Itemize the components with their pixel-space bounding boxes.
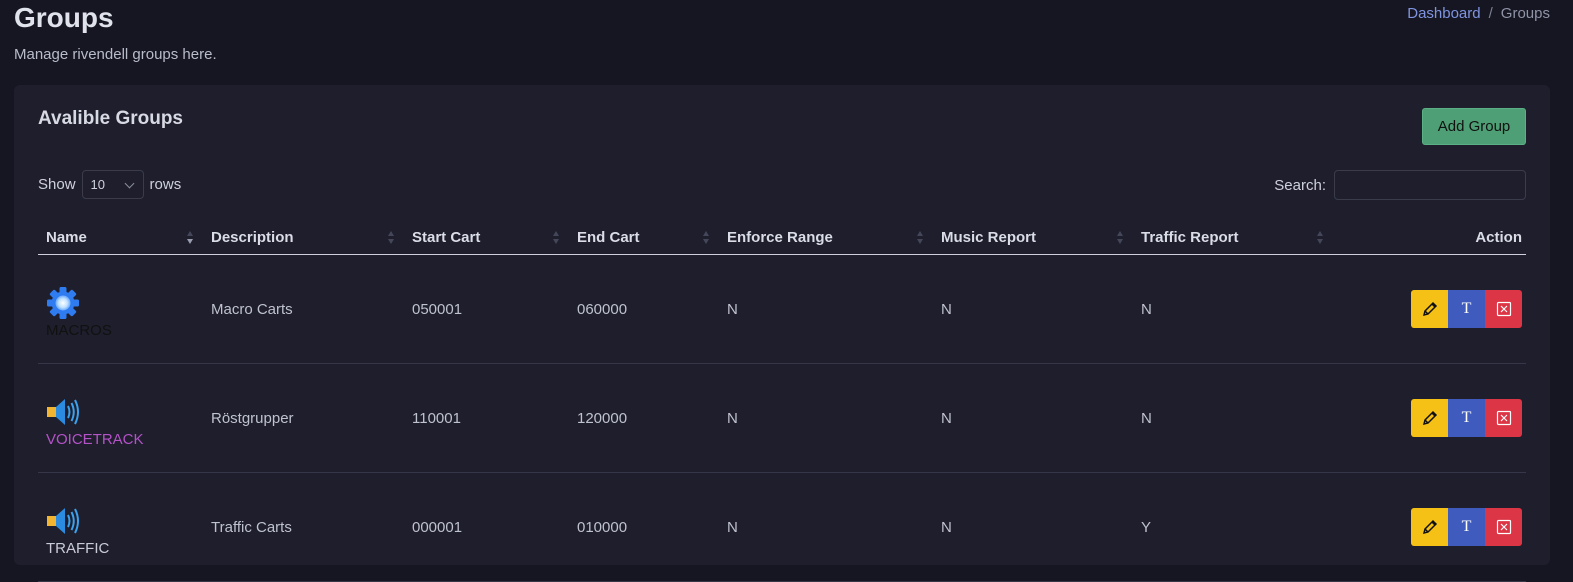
column-header-description[interactable]: Description xyxy=(203,220,404,255)
chevron-down-icon xyxy=(124,178,134,189)
delete-button[interactable] xyxy=(1485,290,1522,328)
group-actions: T xyxy=(1333,254,1526,364)
group-traffic-report: N xyxy=(1133,363,1333,473)
column-header-music-report[interactable]: Music Report xyxy=(933,220,1133,255)
group-name: MACROS xyxy=(46,321,112,339)
rows-per-page-value: 10 xyxy=(90,177,105,192)
text-button[interactable]: T xyxy=(1448,399,1485,437)
rows-per-page-select[interactable]: 10 xyxy=(81,170,144,199)
breadcrumb-dashboard-link[interactable]: Dashboard xyxy=(1407,5,1480,22)
action-button-group: T xyxy=(1411,399,1522,437)
delete-button[interactable] xyxy=(1485,399,1522,437)
close-square-icon xyxy=(1496,519,1511,535)
pencil-icon xyxy=(1422,519,1437,535)
groups-table: Name Description Start Cart End Cart Enf… xyxy=(38,220,1526,582)
breadcrumb-current: Groups xyxy=(1500,5,1550,22)
group-end-cart: 120000 xyxy=(569,363,719,473)
sort-icon xyxy=(703,231,709,245)
rows-length-control: Show 10 rows xyxy=(38,170,181,199)
group-start-cart: 050001 xyxy=(404,254,569,364)
group-music-report: N xyxy=(933,472,1133,582)
sort-icon xyxy=(388,231,394,245)
group-end-cart: 060000 xyxy=(569,254,719,364)
group-traffic-report: N xyxy=(1133,254,1333,364)
action-button-group: T xyxy=(1411,508,1522,546)
sort-desc-icon xyxy=(187,231,193,245)
group-traffic-report: Y xyxy=(1133,472,1333,582)
close-square-icon xyxy=(1496,301,1511,317)
group-description: Traffic Carts xyxy=(203,472,404,582)
add-group-button[interactable]: Add Group xyxy=(1422,108,1526,145)
page-title: Groups xyxy=(14,2,114,33)
group-name-cell: TRAFFIC xyxy=(38,472,203,582)
table-header-row: Name Description Start Cart End Cart Enf… xyxy=(38,220,1526,255)
table-row: TRAFFIC Traffic Carts 000001 010000 N N … xyxy=(38,472,1526,582)
group-start-cart: 110001 xyxy=(404,363,569,473)
speaker-icon xyxy=(47,398,79,425)
column-header-name[interactable]: Name xyxy=(38,220,203,255)
close-square-icon xyxy=(1496,410,1511,426)
group-description: Röstgrupper xyxy=(203,363,404,473)
column-header-end-cart[interactable]: End Cart xyxy=(569,220,719,255)
pencil-icon xyxy=(1422,301,1437,317)
sort-icon xyxy=(1117,231,1123,245)
group-music-report: N xyxy=(933,254,1133,364)
gear-icon xyxy=(47,286,79,319)
group-name-cell: VOICETRACK xyxy=(38,363,203,473)
group-name: VOICETRACK xyxy=(46,430,144,448)
search-label: Search: xyxy=(1274,176,1326,194)
pencil-icon xyxy=(1422,410,1437,426)
edit-button[interactable] xyxy=(1411,508,1448,546)
breadcrumb: Dashboard / Groups xyxy=(1407,5,1550,22)
column-header-traffic-report[interactable]: Traffic Report xyxy=(1133,220,1333,255)
group-actions: T xyxy=(1333,363,1526,473)
group-name: TRAFFIC xyxy=(46,539,110,557)
edit-button[interactable] xyxy=(1411,290,1448,328)
table-row: VOICETRACK Röstgrupper 110001 120000 N N… xyxy=(38,363,1526,473)
group-name-cell: MACROS xyxy=(38,254,203,364)
action-button-group: T xyxy=(1411,290,1522,328)
delete-button[interactable] xyxy=(1485,508,1522,546)
groups-card: Avalible Groups Add Group Show 10 rows S… xyxy=(14,85,1550,582)
edit-button[interactable] xyxy=(1411,399,1448,437)
speaker-icon xyxy=(47,507,79,534)
card-title: Avalible Groups xyxy=(38,108,183,129)
sort-icon xyxy=(553,231,559,245)
show-label: Show xyxy=(38,176,76,193)
group-enforce-range: N xyxy=(719,254,933,364)
group-music-report: N xyxy=(933,363,1133,473)
rows-label: rows xyxy=(149,176,182,193)
group-actions: T xyxy=(1333,472,1526,582)
group-description: Macro Carts xyxy=(203,254,404,364)
group-start-cart: 000001 xyxy=(404,472,569,582)
text-button[interactable]: T xyxy=(1448,290,1485,328)
sort-icon xyxy=(917,231,923,245)
column-header-start-cart[interactable]: Start Cart xyxy=(404,220,569,255)
text-button[interactable]: T xyxy=(1448,508,1485,546)
breadcrumb-separator: / xyxy=(1488,5,1493,22)
group-end-cart: 010000 xyxy=(569,472,719,582)
search-input[interactable] xyxy=(1334,170,1526,200)
table-row: MACROS Macro Carts 050001 060000 N N N T xyxy=(38,254,1526,364)
column-header-enforce-range[interactable]: Enforce Range xyxy=(719,220,933,255)
search-control: Search: xyxy=(1274,170,1526,200)
sort-icon xyxy=(1317,231,1323,245)
page-subtitle: Manage rivendell groups here. xyxy=(14,46,217,63)
group-enforce-range: N xyxy=(719,363,933,473)
column-header-action: Action xyxy=(1333,220,1526,255)
group-enforce-range: N xyxy=(719,472,933,582)
